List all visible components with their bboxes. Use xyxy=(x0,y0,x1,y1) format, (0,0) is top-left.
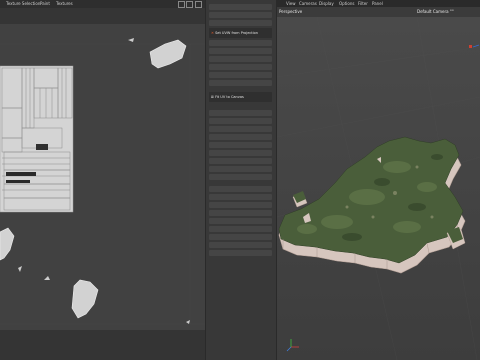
uv-editor-panel: Texture Selection Paint Textures xyxy=(0,0,205,360)
command-button[interactable] xyxy=(209,56,272,62)
command-button[interactable] xyxy=(209,158,272,164)
axis-gizmo xyxy=(286,339,299,352)
uv-menu-bar: Texture Selection Paint Textures xyxy=(0,0,205,8)
command-button[interactable] xyxy=(209,234,272,240)
command-button[interactable] xyxy=(209,226,272,232)
set-uvw-from-projection-button[interactable]: ✕ Set UVW from Projection xyxy=(209,28,272,38)
fit-uv-to-canvas-button[interactable]: ⊠ Fit UV to Canvas xyxy=(209,92,272,102)
uv-canvas[interactable] xyxy=(0,24,205,330)
menu-filter[interactable]: Filter xyxy=(358,1,368,6)
uv-toolbar xyxy=(0,8,205,24)
uv-islands-graphic xyxy=(0,38,205,325)
maximize-icon[interactable] xyxy=(186,1,193,8)
command-button[interactable] xyxy=(209,150,272,156)
command-button[interactable] xyxy=(209,80,272,86)
uv-island-bottom xyxy=(71,279,99,319)
uv-atlas-block xyxy=(0,65,74,213)
command-button[interactable] xyxy=(209,174,272,180)
command-button[interactable] xyxy=(209,250,272,256)
uv-island-top-right xyxy=(149,39,187,69)
command-button[interactable] xyxy=(209,4,272,10)
viewport-scene xyxy=(277,17,480,360)
command-button[interactable] xyxy=(209,12,272,18)
command-button[interactable] xyxy=(209,110,272,116)
command-button[interactable] xyxy=(209,202,272,208)
command-button[interactable] xyxy=(209,210,272,216)
menu-options[interactable]: Options xyxy=(339,1,354,6)
command-button[interactable] xyxy=(209,186,272,192)
menu-panel[interactable]: Panel xyxy=(372,1,383,6)
menu-textures[interactable]: Textures xyxy=(56,1,73,6)
terrain-model xyxy=(278,136,466,274)
viewport-panel: View Cameras Display Options Filter Pane… xyxy=(277,0,480,360)
command-button[interactable] xyxy=(209,242,272,248)
uv-status-bar xyxy=(0,330,205,360)
menu-cameras[interactable]: Cameras xyxy=(299,1,317,6)
command-button[interactable] xyxy=(209,64,272,70)
menu-view[interactable]: View xyxy=(286,1,296,6)
command-button[interactable] xyxy=(209,72,272,78)
command-button[interactable] xyxy=(209,40,272,46)
menu-paint[interactable]: Paint xyxy=(40,1,50,6)
fit-canvas-icon: ⊠ xyxy=(211,95,214,99)
uv-commands-panel: ✕ Set UVW from Projection ⊠ Fit UV to Ca… xyxy=(205,0,277,360)
camera-name-label[interactable]: Default Camera °° xyxy=(417,9,454,14)
projection-icon: ✕ xyxy=(211,31,214,35)
menu-display[interactable]: Display xyxy=(319,1,334,6)
uv-island-small-1 xyxy=(128,38,134,42)
view-name-label: Perspective xyxy=(279,9,303,14)
command-button[interactable] xyxy=(209,118,272,124)
command-button[interactable] xyxy=(209,142,272,148)
scene-object-marker xyxy=(469,44,480,48)
command-button[interactable] xyxy=(209,48,272,54)
layout-icon[interactable] xyxy=(178,1,185,8)
command-button[interactable] xyxy=(209,126,272,132)
command-button[interactable] xyxy=(209,194,272,200)
viewport-header: Perspective Default Camera °° xyxy=(277,7,480,17)
uv-island-left xyxy=(0,227,15,261)
command-button[interactable] xyxy=(209,218,272,224)
command-button[interactable] xyxy=(209,20,272,26)
command-button[interactable] xyxy=(209,134,272,140)
menu-texture-selection[interactable]: Texture Selection xyxy=(6,1,40,6)
viewport-menu-bar: View Cameras Display Options Filter Pane… xyxy=(277,0,480,7)
close-icon[interactable] xyxy=(195,1,202,8)
command-button[interactable] xyxy=(209,166,272,172)
